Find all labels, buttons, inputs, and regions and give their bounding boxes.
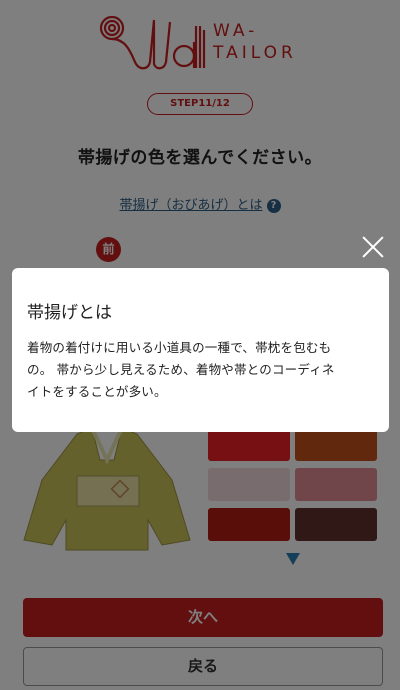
modal-body-line: 着物の着付けに用いる小道具の一種で、帯枕を包むも — [27, 340, 332, 355]
close-icon[interactable] — [361, 235, 385, 259]
modal-body-line: イトをすることが多い。 — [27, 384, 167, 399]
page: WA- TAILOR STEP11/12 帯揚げの色を選んでください。 帯揚げ（… — [0, 0, 400, 690]
definition-modal: 帯揚げとは 着物の着付けに用いる小道具の一種で、帯枕を包むも の。 帯から少し見… — [12, 268, 389, 432]
modal-body: 着物の着付けに用いる小道具の一種で、帯枕を包むも の。 帯から少し見えるため、着… — [27, 337, 375, 403]
modal-body-line: の。 帯から少し見えるため、着物や帯とのコーディネ — [27, 362, 335, 377]
modal-title: 帯揚げとは — [27, 303, 112, 323]
